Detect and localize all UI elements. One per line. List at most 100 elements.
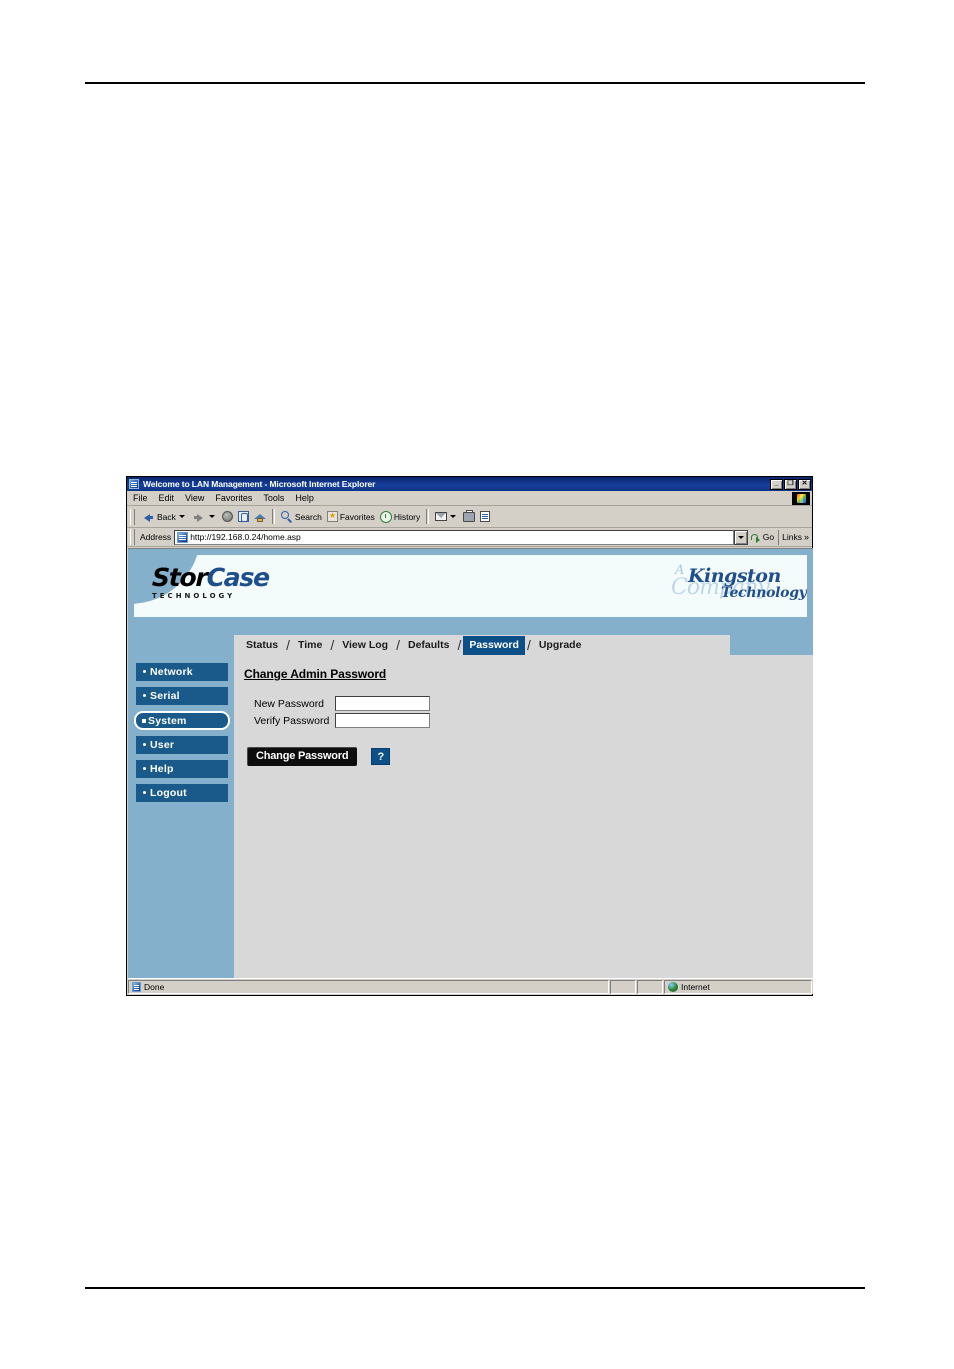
menu-item-file[interactable]: File bbox=[133, 493, 148, 503]
page-rule-top bbox=[85, 82, 865, 84]
links-label: Links bbox=[782, 532, 802, 542]
sidebar-item-serial[interactable]: Serial bbox=[136, 687, 228, 705]
bullet-icon bbox=[143, 743, 146, 746]
ie-brand-button[interactable] bbox=[792, 492, 810, 505]
security-zone-label: Internet bbox=[681, 981, 710, 992]
history-label: History bbox=[393, 511, 421, 522]
tab-separator-4: / bbox=[457, 636, 462, 653]
menu-item-favorites[interactable]: Favorites bbox=[215, 493, 252, 503]
sidebar-item-network[interactable]: Network bbox=[136, 663, 228, 681]
go-arrow-icon bbox=[750, 532, 761, 543]
sidebar-item-logout[interactable]: Logout bbox=[136, 784, 228, 802]
sidebar-item-help[interactable]: Help bbox=[136, 760, 228, 778]
sidebar-item-label: Help bbox=[150, 763, 174, 775]
print-button[interactable] bbox=[461, 507, 477, 526]
favorites-label: Favorites bbox=[339, 511, 375, 522]
site-header-banner: StorCase TECHNOLOGY Company A Kingston T… bbox=[134, 555, 807, 617]
search-icon bbox=[280, 510, 293, 523]
storcase-logo: StorCase TECHNOLOGY bbox=[152, 563, 270, 600]
tab-upgrade[interactable]: Upgrade bbox=[533, 636, 588, 655]
sidebar-item-user[interactable]: User bbox=[136, 736, 228, 754]
menu-item-tools[interactable]: Tools bbox=[263, 493, 284, 503]
address-bar: Address http://192.168.0.24/home.asp Go … bbox=[127, 528, 812, 547]
back-arrow-icon bbox=[141, 510, 155, 524]
tab-separator-1: / bbox=[286, 636, 290, 653]
stop-button[interactable] bbox=[220, 507, 235, 526]
storcase-tagline: TECHNOLOGY bbox=[152, 592, 236, 600]
kingston-a-script: A bbox=[675, 563, 685, 578]
address-label: Address bbox=[140, 532, 172, 542]
verify-password-label: Verify Password bbox=[254, 714, 330, 727]
forward-arrow-icon bbox=[192, 510, 206, 524]
address-input[interactable]: http://192.168.0.24/home.asp bbox=[174, 529, 734, 545]
navigation-toolbar: Back Search Favorites History bbox=[127, 506, 812, 528]
edit-button[interactable] bbox=[478, 507, 492, 526]
kingston-wordmark: Kingston bbox=[688, 565, 781, 587]
tab-strip: Status / Time / View Log / Defaults / Pa… bbox=[234, 635, 730, 655]
page-title: Change Admin Password bbox=[244, 667, 387, 681]
password-form: New Password Verify Password bbox=[254, 695, 431, 729]
search-button[interactable]: Search bbox=[279, 507, 324, 526]
window-controls: _ ❐ ✕ bbox=[770, 478, 811, 490]
address-bar-grip[interactable] bbox=[130, 529, 135, 545]
forward-button[interactable] bbox=[190, 507, 219, 526]
mail-button[interactable] bbox=[433, 507, 460, 526]
refresh-button[interactable] bbox=[236, 507, 251, 526]
tab-password[interactable]: Password bbox=[463, 635, 525, 655]
status-pane-3 bbox=[637, 979, 663, 994]
links-button[interactable]: Links » bbox=[778, 529, 812, 545]
tab-separator-3: / bbox=[396, 636, 400, 653]
bullet-icon bbox=[143, 791, 146, 794]
search-label: Search bbox=[294, 511, 322, 522]
favorites-star-icon bbox=[326, 510, 338, 522]
status-pane-2 bbox=[610, 979, 636, 994]
bullet-icon bbox=[143, 670, 146, 673]
storcase-wordmark: StorCase bbox=[152, 563, 270, 592]
minimize-glyph: _ bbox=[774, 479, 779, 487]
security-zone-pane[interactable]: Internet bbox=[664, 979, 812, 994]
home-button[interactable] bbox=[252, 507, 268, 526]
form-row-new-password: New Password bbox=[254, 695, 431, 712]
page-rule-bottom bbox=[85, 1287, 865, 1289]
menu-item-edit[interactable]: Edit bbox=[159, 493, 175, 503]
new-password-label: New Password bbox=[254, 697, 325, 710]
restore-button[interactable]: ❐ bbox=[784, 478, 797, 490]
verify-password-cell bbox=[335, 712, 431, 729]
change-password-button[interactable]: Change Password bbox=[247, 747, 358, 766]
back-button[interactable]: Back bbox=[139, 507, 189, 526]
status-message-pane: Done bbox=[128, 979, 609, 994]
go-button[interactable]: Go bbox=[748, 532, 778, 543]
title-bar[interactable]: Welcome to LAN Management - Microsoft In… bbox=[127, 477, 812, 491]
close-button[interactable]: ✕ bbox=[798, 478, 811, 490]
sidebar-item-system[interactable]: System bbox=[134, 711, 230, 730]
minimize-button[interactable]: _ bbox=[770, 478, 783, 490]
stop-icon bbox=[221, 511, 233, 522]
storcase-word-case: Case bbox=[206, 563, 270, 592]
status-bar: Done Internet bbox=[128, 978, 813, 994]
menu-item-view[interactable]: View bbox=[185, 493, 204, 503]
internet-explorer-icon bbox=[129, 479, 139, 489]
history-button[interactable]: History bbox=[378, 507, 422, 526]
tab-row: Status / Time / View Log / Defaults / Pa… bbox=[128, 629, 813, 655]
links-chevron-icon: » bbox=[803, 531, 809, 542]
verify-password-field[interactable] bbox=[335, 713, 431, 728]
page-icon bbox=[177, 531, 189, 543]
tab-view-log[interactable]: View Log bbox=[336, 636, 394, 655]
tab-status[interactable]: Status bbox=[240, 636, 284, 655]
kingston-technology-wordmark: Technology bbox=[721, 585, 807, 601]
tab-separator-5: / bbox=[526, 636, 531, 653]
menu-item-help[interactable]: Help bbox=[295, 493, 314, 503]
address-dropdown-button[interactable] bbox=[733, 529, 748, 545]
mail-dropdown-icon[interactable] bbox=[450, 515, 457, 518]
tab-defaults[interactable]: Defaults bbox=[402, 636, 455, 655]
favorites-button[interactable]: Favorites bbox=[325, 507, 377, 526]
forward-dropdown-icon[interactable] bbox=[208, 515, 215, 518]
site-body: Network Serial System User Help Logout C… bbox=[128, 655, 813, 982]
toolbar-grip[interactable] bbox=[130, 508, 135, 525]
print-icon bbox=[463, 509, 476, 522]
help-button[interactable]: ? bbox=[371, 748, 391, 765]
tab-time[interactable]: Time bbox=[292, 636, 328, 655]
new-password-field[interactable] bbox=[335, 696, 431, 711]
back-dropdown-icon[interactable] bbox=[178, 515, 185, 518]
edit-page-icon bbox=[480, 511, 491, 522]
